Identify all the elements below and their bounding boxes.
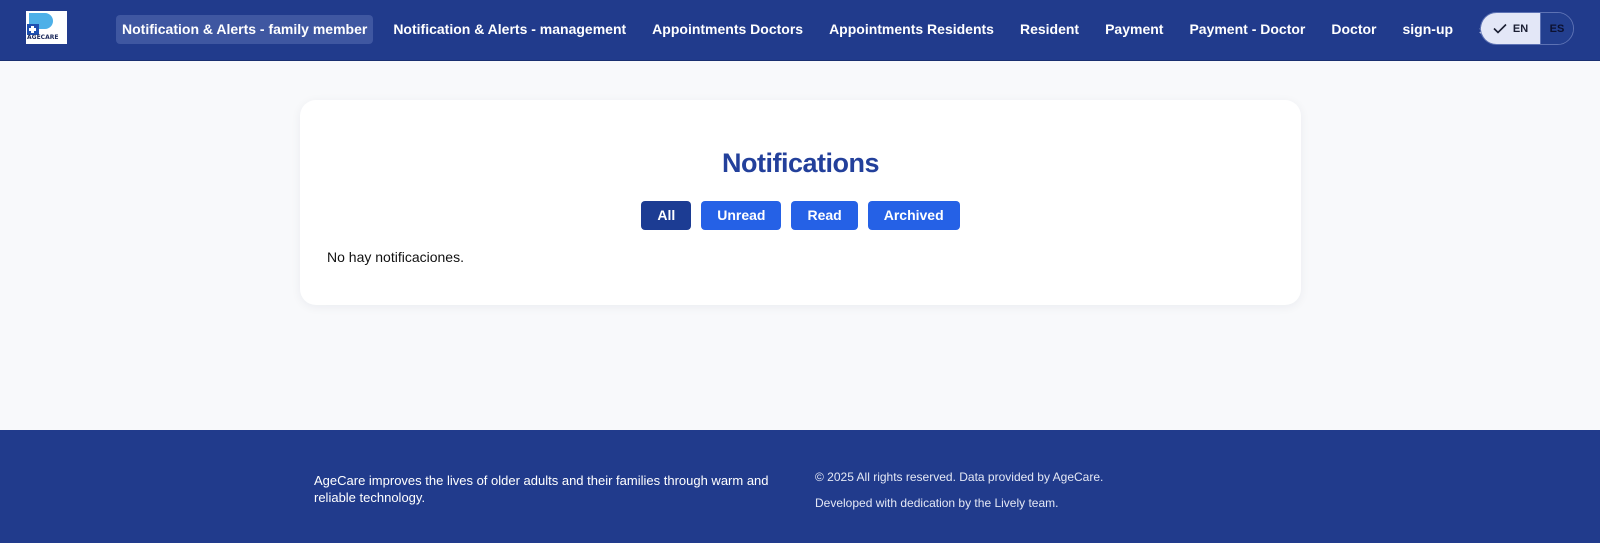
filter-all-button[interactable]: All bbox=[641, 201, 692, 230]
language-label-en: EN bbox=[1512, 22, 1529, 35]
footer: AgeCare improves the lives of older adul… bbox=[0, 430, 1600, 543]
notification-filters: All Unread Read Archived bbox=[300, 201, 1301, 230]
language-toggle: EN ES bbox=[1480, 12, 1574, 45]
filter-archived-button[interactable]: Archived bbox=[867, 201, 960, 230]
checkmark-icon bbox=[1493, 23, 1507, 34]
notifications-card: Notifications All Unread Read Archived N… bbox=[300, 100, 1301, 305]
filter-unread-button[interactable]: Unread bbox=[701, 201, 782, 230]
language-option-es[interactable]: ES bbox=[1540, 13, 1573, 44]
nav-item-sign-up[interactable]: sign-up bbox=[1397, 15, 1460, 44]
logo-text: AGECARE bbox=[27, 34, 59, 41]
nav-item-appointments-residents[interactable]: Appointments Residents bbox=[823, 15, 1000, 44]
empty-notifications-message: No hay notificaciones. bbox=[327, 249, 464, 265]
nav-item-payment-doctor[interactable]: Payment - Doctor bbox=[1183, 15, 1311, 44]
main-nav: Notification & Alerts - family member No… bbox=[116, 15, 1545, 44]
language-label-es: ES bbox=[1549, 22, 1565, 35]
top-navbar: AGECARE Notification & Alerts - family m… bbox=[0, 0, 1600, 61]
filter-read-button[interactable]: Read bbox=[791, 201, 858, 230]
footer-developed-by: Developed with dedication by the Lively … bbox=[815, 496, 1059, 510]
nav-item-payment[interactable]: Payment bbox=[1099, 15, 1169, 44]
footer-about-text: AgeCare improves the lives of older adul… bbox=[314, 473, 769, 505]
agecare-logo[interactable]: AGECARE bbox=[26, 11, 67, 44]
nav-item-notifications-management[interactable]: Notification & Alerts - management bbox=[387, 15, 632, 44]
page-title: Notifications bbox=[721, 148, 880, 178]
nav-item-doctor[interactable]: Doctor bbox=[1325, 15, 1382, 44]
language-option-en[interactable]: EN bbox=[1481, 13, 1540, 44]
nav-item-appointments-doctors[interactable]: Appointments Doctors bbox=[646, 15, 809, 44]
footer-copyright: © 2025 All rights reserved. Data provide… bbox=[815, 470, 1104, 484]
nav-item-notifications-family[interactable]: Notification & Alerts - family member bbox=[116, 15, 374, 44]
nav-item-resident[interactable]: Resident bbox=[1014, 15, 1085, 44]
